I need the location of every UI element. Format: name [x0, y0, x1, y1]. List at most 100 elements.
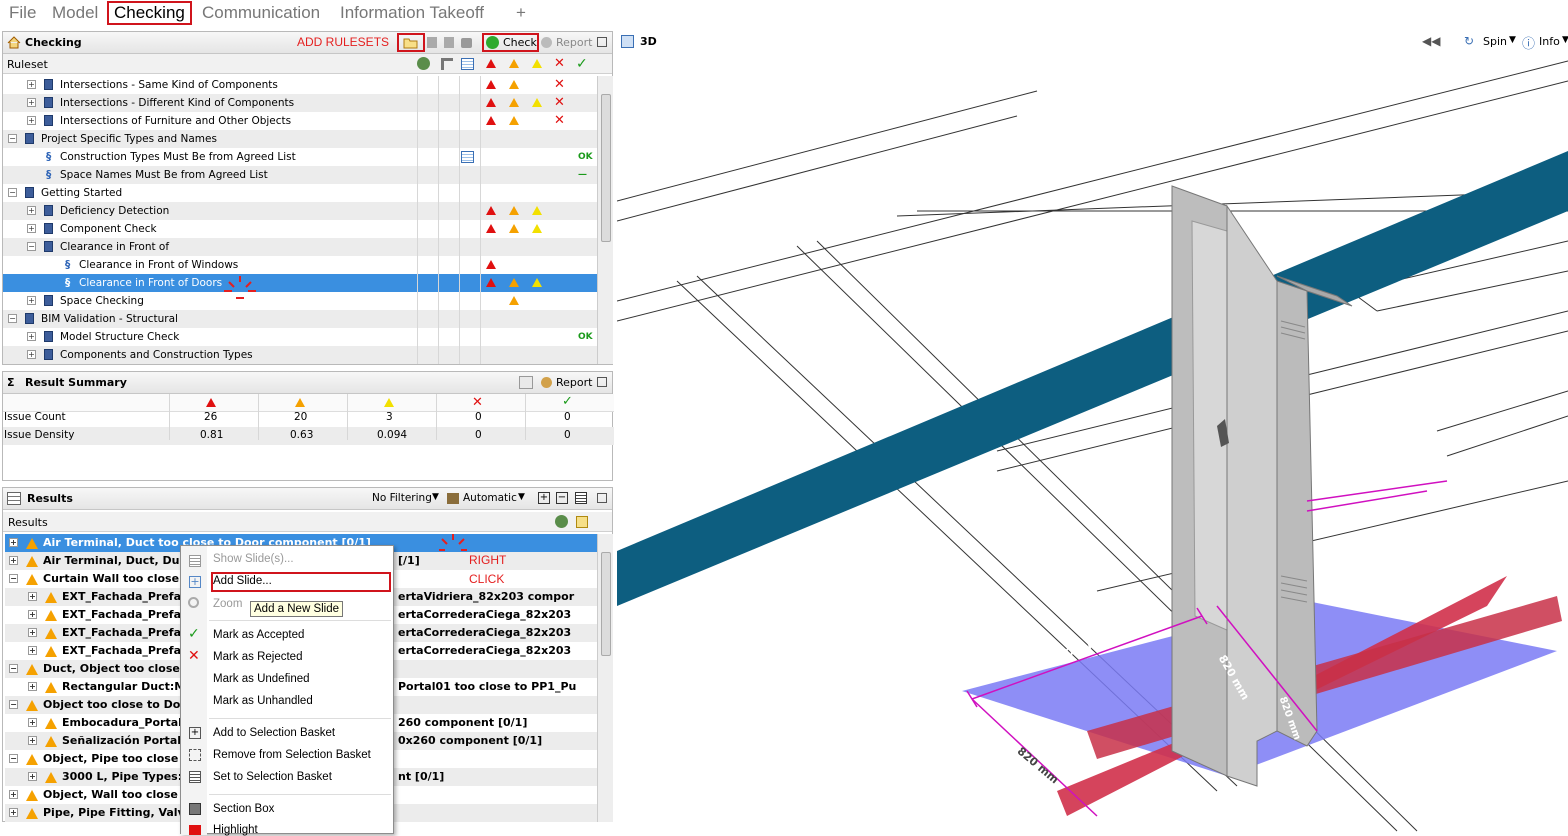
view-3d[interactable]: 3D ◀◀ ↻ Spin ▼ ⓘ Info ▼ 920 mm 820 mm 82… — [617, 31, 1568, 834]
menu-information-takeoff[interactable]: Information Takeoff — [340, 3, 484, 23]
ruleset-row[interactable]: + Space Checking — [3, 292, 597, 310]
ruleset-row[interactable]: § Space Names Must Be from Agreed List — — [3, 166, 597, 184]
ruleset-row[interactable]: − Clearance in Front of — [3, 238, 597, 256]
tree-toggle-icon[interactable]: + — [27, 80, 36, 89]
menu-mark-accepted[interactable]: Mark as Accepted — [213, 629, 304, 641]
menu-add-slide[interactable]: Add Slide... — [213, 575, 272, 587]
lock-icon[interactable] — [461, 38, 472, 48]
report-button[interactable]: Report — [556, 36, 592, 49]
col-divider — [480, 166, 481, 184]
tree-toggle-icon[interactable]: − — [8, 134, 17, 143]
tree-toggle-icon[interactable]: + — [28, 736, 37, 745]
menu-checking[interactable]: Checking — [107, 1, 192, 25]
col-divider — [438, 292, 439, 310]
open-folder-icon[interactable] — [403, 37, 419, 49]
menu-add-tab[interactable]: + — [516, 3, 526, 23]
check-button[interactable]: Check — [503, 36, 537, 49]
ruleset-row[interactable]: + Deficiency Detection — [3, 202, 597, 220]
tree-toggle-icon[interactable]: + — [27, 116, 36, 125]
tree-toggle-icon[interactable]: − — [9, 664, 18, 673]
menu-mark-rejected[interactable]: Mark as Rejected — [213, 651, 302, 663]
summary-value: 0.63 — [290, 429, 314, 441]
menu-file[interactable]: File — [9, 3, 36, 23]
results-scroll-thumb[interactable] — [601, 552, 611, 656]
ruleset-row[interactable]: + Intersections - Same Kind of Components… — [3, 76, 597, 94]
tree-toggle-icon[interactable]: + — [27, 350, 36, 359]
tree-toggle-icon[interactable]: + — [28, 718, 37, 727]
save-icon[interactable] — [427, 37, 437, 48]
tree-toggle-icon[interactable]: + — [28, 610, 37, 619]
menu-mark-undefined[interactable]: Mark as Undefined — [213, 673, 310, 685]
tree-toggle-icon[interactable]: + — [9, 808, 18, 817]
yellow-warning-icon — [532, 224, 542, 233]
ruleset-row[interactable]: + Intersections of Furniture and Other Ob… — [3, 112, 597, 130]
results-column-header: Results — [3, 512, 612, 532]
ruleset-row[interactable]: + Model Structure Check OK — [3, 328, 597, 346]
tree-toggle-icon[interactable]: − — [9, 574, 18, 583]
ruleset-row[interactable]: § Construction Types Must Be from Agreed … — [3, 148, 597, 166]
red-warning-icon — [486, 278, 496, 287]
collapse-all-icon[interactable]: − — [556, 492, 568, 504]
menu-highlight[interactable]: Highlight — [213, 824, 258, 836]
summary-report-button[interactable]: Report — [556, 376, 592, 389]
col-divider — [480, 274, 481, 292]
tree-toggle-icon[interactable]: + — [28, 592, 37, 601]
col-divider — [459, 94, 460, 112]
tree-toggle-icon[interactable]: + — [9, 538, 18, 547]
results-scrollbar[interactable] — [597, 534, 613, 822]
ruleset-row[interactable]: − Project Specific Types and Names — [3, 130, 597, 148]
ruleset-row[interactable]: § Clearance in Front of Doors — [3, 274, 597, 292]
maximize-icon[interactable] — [597, 493, 607, 503]
tree-toggle-icon[interactable]: + — [27, 296, 36, 305]
home-icon — [7, 36, 21, 49]
maximize-icon[interactable] — [597, 377, 607, 387]
ruleset-label: Clearance in Front of Doors — [79, 277, 223, 289]
menu-show-slides[interactable]: Show Slide(s)... — [213, 553, 294, 565]
menu-communication[interactable]: Communication — [202, 3, 320, 23]
tree-toggle-icon[interactable]: + — [9, 556, 18, 565]
menu-model[interactable]: Model — [52, 3, 98, 23]
ok-status: OK — [578, 152, 593, 162]
tree-toggle-icon[interactable]: + — [27, 206, 36, 215]
tree-toggle-icon[interactable]: + — [28, 628, 37, 637]
tree-toggle-icon[interactable]: + — [27, 332, 36, 341]
menu-mark-unhandled[interactable]: Mark as Unhandled — [213, 695, 313, 707]
tree-toggle-icon[interactable]: + — [28, 772, 37, 781]
col-divider — [459, 76, 460, 94]
warning-icon — [26, 664, 38, 675]
tree-toggle-icon[interactable]: + — [9, 790, 18, 799]
col-divider — [459, 274, 460, 292]
maximize-icon[interactable] — [597, 37, 607, 47]
tree-toggle-icon[interactable]: − — [8, 188, 17, 197]
summary-value: 0.094 — [377, 429, 408, 441]
ruleset-scroll-thumb[interactable] — [601, 94, 611, 242]
ruleset-scrollbar[interactable] — [597, 76, 613, 364]
sigma-icon: Σ — [7, 376, 15, 389]
duct-beam — [617, 151, 1568, 606]
ruleset-row[interactable]: § Clearance in Front of Windows — [3, 256, 597, 274]
tree-toggle-icon[interactable]: + — [27, 224, 36, 233]
ruleset-row[interactable]: + Intersections - Different Kind of Compo… — [3, 94, 597, 112]
tree-toggle-icon[interactable]: − — [9, 754, 18, 763]
ruleset-row[interactable]: + Components and Construction Types — [3, 346, 597, 364]
expand-all-icon[interactable]: + — [538, 492, 550, 504]
ruleset-row[interactable]: − BIM Validation - Structural — [3, 310, 597, 328]
ruleset-row[interactable]: − Getting Started — [3, 184, 597, 202]
menu-set-basket[interactable]: Set to Selection Basket — [213, 771, 332, 783]
list-view-icon[interactable] — [575, 492, 587, 504]
col-divider — [438, 184, 439, 202]
automatic-dropdown[interactable]: Automatic — [463, 492, 517, 504]
ruleset-row[interactable]: + Component Check — [3, 220, 597, 238]
tree-toggle-icon[interactable]: + — [27, 98, 36, 107]
menu-remove-basket[interactable]: Remove from Selection Basket — [213, 749, 371, 761]
menu-add-basket[interactable]: Add to Selection Basket — [213, 727, 335, 739]
save-as-icon[interactable] — [444, 37, 454, 48]
tree-toggle-icon[interactable]: − — [27, 242, 36, 251]
menu-zoom[interactable]: Zoom — [213, 598, 242, 610]
tree-toggle-icon[interactable]: + — [28, 646, 37, 655]
tree-toggle-icon[interactable]: − — [8, 314, 17, 323]
tree-toggle-icon[interactable]: − — [9, 700, 18, 709]
menu-section-box[interactable]: Section Box — [213, 803, 274, 815]
tree-toggle-icon[interactable]: + — [28, 682, 37, 691]
filter-dropdown[interactable]: No Filtering — [372, 492, 432, 504]
